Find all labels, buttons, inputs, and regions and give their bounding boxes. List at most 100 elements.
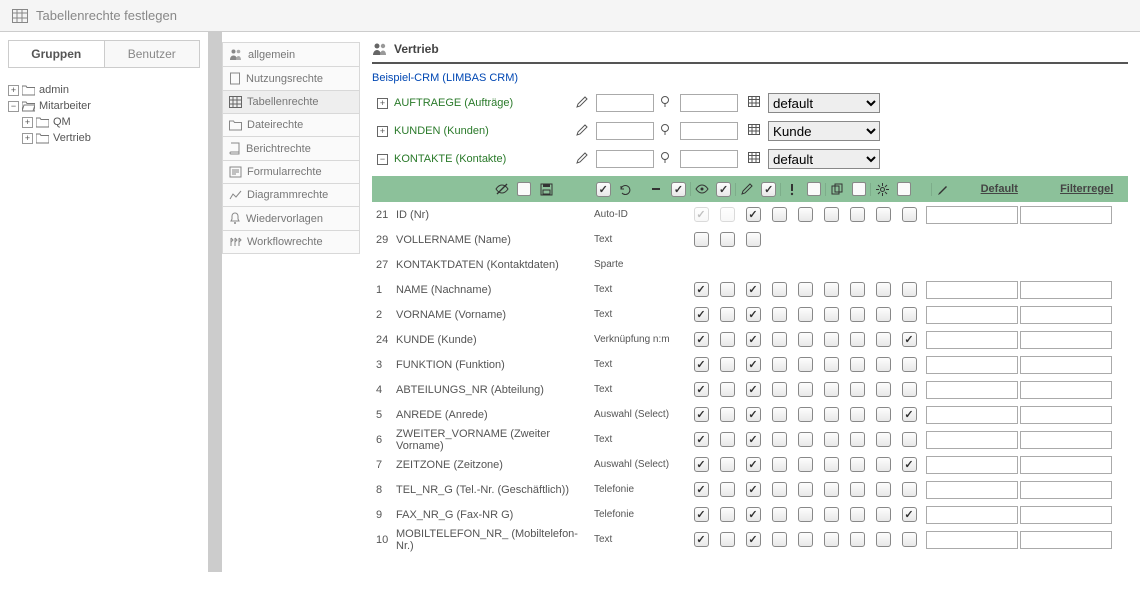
tree-item[interactable]: −Mitarbeiter (8, 98, 200, 114)
menu-item-formularrechte[interactable]: Formularrechte (222, 160, 360, 184)
checkbox[interactable] (746, 482, 761, 497)
expand-toggle[interactable]: + (22, 133, 33, 144)
default-input[interactable] (926, 431, 1018, 449)
checkbox[interactable] (876, 407, 891, 422)
checkbox[interactable] (902, 407, 917, 422)
checkbox[interactable] (824, 382, 839, 397)
checkbox[interactable] (902, 432, 917, 447)
expand-toggle[interactable]: + (377, 126, 388, 137)
checkbox-header-7[interactable] (848, 182, 871, 196)
checkbox[interactable] (694, 207, 709, 222)
checkbox[interactable] (902, 507, 917, 522)
checkbox[interactable] (902, 482, 917, 497)
checkbox[interactable] (876, 532, 891, 547)
checkbox[interactable] (876, 332, 891, 347)
col-default[interactable]: Default (953, 183, 1045, 195)
tree-item[interactable]: +QM (8, 114, 200, 130)
menu-item-diagrammrechte[interactable]: Diagrammrechte (222, 183, 360, 207)
checkbox[interactable] (720, 382, 735, 397)
gear-icon[interactable] (870, 183, 893, 196)
checkbox[interactable] (876, 382, 891, 397)
checkbox[interactable] (694, 357, 709, 372)
checkbox[interactable] (824, 457, 839, 472)
checkbox[interactable] (850, 332, 865, 347)
checkbox-header-4[interactable] (712, 182, 735, 197)
checkbox[interactable] (746, 307, 761, 322)
checkbox[interactable] (746, 282, 761, 297)
checkbox[interactable] (850, 382, 865, 397)
view-select[interactable]: Kunde (768, 121, 880, 141)
checkbox[interactable] (772, 282, 787, 297)
checkbox[interactable] (798, 207, 813, 222)
checkbox[interactable] (694, 432, 709, 447)
checkbox[interactable] (772, 407, 787, 422)
checkbox[interactable] (850, 432, 865, 447)
checkbox[interactable] (720, 407, 735, 422)
checkbox[interactable] (824, 482, 839, 497)
text-input[interactable] (680, 122, 738, 140)
checkbox[interactable] (720, 232, 735, 247)
filter-input[interactable] (1020, 506, 1112, 524)
checkbox[interactable] (876, 207, 891, 222)
checkbox[interactable] (850, 507, 865, 522)
checkbox[interactable] (798, 482, 813, 497)
checkbox[interactable] (850, 282, 865, 297)
expand-toggle[interactable]: − (377, 154, 388, 165)
checkbox[interactable] (902, 282, 917, 297)
hide-icon[interactable] (490, 182, 513, 196)
default-input[interactable] (926, 331, 1018, 349)
minus-icon[interactable] (645, 183, 668, 195)
checkbox[interactable] (694, 507, 709, 522)
bulb-icon[interactable] (660, 151, 674, 168)
checkbox[interactable] (902, 332, 917, 347)
checkbox[interactable] (876, 457, 891, 472)
checkbox[interactable] (824, 407, 839, 422)
default-input[interactable] (926, 306, 1018, 324)
checkbox[interactable] (694, 482, 709, 497)
checkbox[interactable] (772, 457, 787, 472)
filter-input[interactable] (1020, 531, 1112, 549)
checkbox-header-5[interactable] (757, 182, 780, 197)
checkbox[interactable] (720, 532, 735, 547)
checkbox[interactable] (850, 457, 865, 472)
tab-users[interactable]: Benutzer (105, 41, 200, 67)
checkbox[interactable] (876, 507, 891, 522)
filter-input[interactable] (1020, 331, 1112, 349)
default-input[interactable] (926, 481, 1018, 499)
checkbox[interactable] (720, 357, 735, 372)
checkbox[interactable] (746, 532, 761, 547)
checkbox-header-6[interactable] (803, 182, 826, 196)
default-input[interactable] (926, 506, 1018, 524)
checkbox[interactable] (902, 307, 917, 322)
tab-groups[interactable]: Gruppen (9, 41, 105, 67)
checkbox[interactable] (902, 457, 917, 472)
checkbox[interactable] (746, 232, 761, 247)
default-input[interactable] (926, 406, 1018, 424)
view-select[interactable]: default (768, 149, 880, 169)
default-input[interactable] (926, 381, 1018, 399)
checkbox[interactable] (746, 432, 761, 447)
checkbox[interactable] (824, 357, 839, 372)
save-icon[interactable] (536, 183, 559, 196)
menu-item-nutzungsrechte[interactable]: Nutzungsrechte (222, 66, 360, 91)
checkbox[interactable] (746, 207, 761, 222)
checkbox[interactable] (876, 432, 891, 447)
expand-toggle[interactable]: − (8, 101, 19, 112)
checkbox[interactable] (824, 507, 839, 522)
checkbox[interactable] (746, 507, 761, 522)
brush-icon[interactable] (931, 183, 954, 196)
checkbox[interactable] (746, 332, 761, 347)
checkbox[interactable] (850, 207, 865, 222)
expand-toggle[interactable]: + (8, 85, 19, 96)
menu-item-allgemein[interactable]: allgemein (222, 42, 360, 67)
checkbox[interactable] (902, 382, 917, 397)
checkbox[interactable] (876, 282, 891, 297)
eye-icon[interactable] (690, 182, 713, 196)
expand-toggle[interactable]: + (22, 117, 33, 128)
checkbox[interactable] (824, 432, 839, 447)
pencil-icon[interactable] (576, 124, 590, 139)
filter-input[interactable] (1020, 481, 1112, 499)
checkbox[interactable] (772, 507, 787, 522)
menu-item-dateirechte[interactable]: Dateirechte (222, 113, 360, 137)
filter-input[interactable] (1020, 381, 1112, 399)
